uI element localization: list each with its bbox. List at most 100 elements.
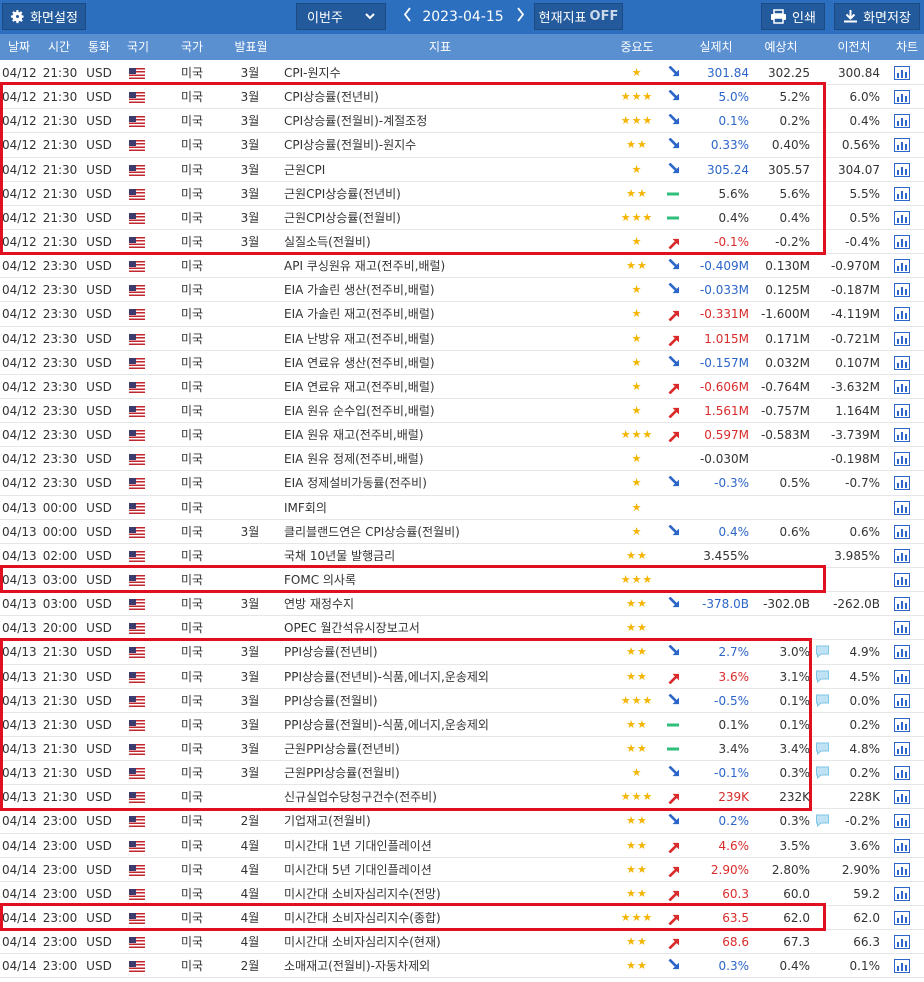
table-row[interactable]: 04/13 02:00 USD 미국 국채 10년물 발행금리 ★★ 3.455% 3.985… — [0, 543, 924, 568]
table-row[interactable]: 04/13 21:30 USD 미국 3월 PPI상승률(전월비) ★★★ -0.5% 0.1%… — [0, 688, 924, 713]
table-row[interactable]: 04/12 23:30 USD 미국 API 쿠싱원유 재고(전주비,배럴) ★★ -0.4… — [0, 254, 924, 279]
table-row[interactable]: 04/12 21:30 USD 미국 3월 CPI-원지수 ★ 301.84 302.25 300… — [0, 61, 924, 86]
indicator-name[interactable]: EIA 원유 순수입(전주비,배럴) — [284, 399, 604, 423]
table-row[interactable]: 04/12 21:30 USD 미국 3월 근원CPI상승률(전월비) ★★★ 0.4% 0.4… — [0, 205, 924, 230]
table-row[interactable]: 04/14 23:00 USD 미국 2월 기업재고(전월비) ★★ 0.2% 0.3% -0.2… — [0, 809, 924, 834]
bar-chart-icon[interactable] — [894, 814, 912, 829]
indicator-name[interactable]: 실질소득(전월비) — [284, 230, 604, 254]
table-row[interactable]: 04/13 21:30 USD 미국 3월 근원PPI상승률(전월비) ★ -0.1% 0.3%… — [0, 761, 924, 786]
bar-chart-icon[interactable] — [894, 572, 912, 587]
bar-chart-icon[interactable] — [894, 645, 912, 660]
indicator-name[interactable]: CPI상승률(전월비)-원지수 — [284, 133, 604, 157]
table-row[interactable]: 04/14 23:00 USD 미국 4월 미시간대 소비자심리지수(전망) ★★ 60.3 6… — [0, 881, 924, 906]
table-row[interactable]: 04/12 21:30 USD 미국 3월 CPI상승률(전년비) ★★★ 5.0% 5.2% 6… — [0, 85, 924, 110]
bar-chart-icon[interactable] — [894, 935, 912, 950]
indicator-name[interactable]: 기업재고(전월비) — [284, 809, 604, 833]
header-previous[interactable]: 이전치 — [826, 34, 882, 60]
indicator-name[interactable]: API 쿠싱원유 재고(전주비,배럴) — [284, 254, 604, 278]
bar-chart-icon[interactable] — [894, 766, 912, 781]
table-row[interactable]: 04/12 23:30 USD 미국 EIA 가솔린 재고(전주비,배럴) ★ -0.331… — [0, 302, 924, 327]
indicator-name[interactable]: 근원CPI상승률(전월비) — [284, 206, 604, 230]
bar-chart-icon[interactable] — [894, 910, 912, 925]
table-row[interactable]: 04/12 23:30 USD 미국 EIA 난방유 재고(전주비,배럴) ★ 1.015M… — [0, 326, 924, 351]
bar-chart-icon[interactable] — [894, 693, 912, 708]
bar-chart-icon[interactable] — [894, 210, 912, 225]
header-actual[interactable]: 실제치 — [685, 34, 747, 60]
table-row[interactable]: 04/12 21:30 USD 미국 3월 CPI상승률(전월비)-원지수 ★★ 0.33% 0… — [0, 133, 924, 158]
table-row[interactable]: 04/14 23:00 USD 미국 4월 미시간대 소비자심리지수(종합) ★★★ 63.5… — [0, 905, 924, 931]
header-time[interactable]: 시간 — [40, 34, 78, 60]
bar-chart-icon[interactable] — [894, 476, 912, 491]
save-screen-button[interactable]: 화면저장 — [834, 3, 920, 30]
bar-chart-icon[interactable] — [894, 283, 912, 298]
table-row[interactable]: 04/13 21:30 USD 미국 3월 PPI상승률(전년비)-식품,에너지,운송제외… — [0, 664, 924, 689]
table-row[interactable]: 04/12 21:30 USD 미국 3월 CPI상승률(전월비)-계절조정 ★★★ 0.1%… — [0, 109, 924, 134]
bar-chart-icon[interactable] — [894, 524, 912, 539]
indicator-name[interactable]: 근원CPI상승률(전년비) — [284, 182, 604, 206]
indicator-name[interactable]: EIA 가솔린 생산(전주비,배럴) — [284, 278, 604, 302]
bar-chart-icon[interactable] — [894, 741, 912, 756]
bar-chart-icon[interactable] — [894, 428, 912, 443]
indicator-name[interactable]: CPI상승률(전년비) — [284, 85, 604, 109]
bar-chart-icon[interactable] — [894, 379, 912, 394]
table-row[interactable]: 04/12 23:30 USD 미국 EIA 원유 정제(전주비,배럴) ★ -0.030M… — [0, 447, 924, 472]
table-row[interactable]: 04/13 21:30 USD 미국 3월 PPI상승률(전월비)-식품,에너지,운송제외… — [0, 712, 924, 737]
table-row[interactable]: 04/13 00:00 USD 미국 3월 클리블랜드연은 CPI상승률(전월비) ★ 0.4… — [0, 519, 924, 544]
table-row[interactable]: 04/12 21:30 USD 미국 3월 근원CPI상승률(전년비) ★★ 5.6% 5.6%… — [0, 181, 924, 206]
table-row[interactable]: 04/12 21:30 USD 미국 3월 실질소득(전월비) ★ -0.1% -0.2% -0.… — [0, 229, 924, 255]
table-row[interactable]: 04/13 21:30 USD 미국 3월 PPI상승률(전년비) ★★ 2.7% 3.0% 4.… — [0, 640, 924, 665]
indicator-name[interactable]: EIA 정제설비가동률(전주비) — [284, 471, 604, 495]
indicator-name[interactable]: PPI상승률(전월비)-식품,에너지,운송제외 — [284, 713, 604, 737]
indicator-name[interactable]: EIA 연료유 재고(전주비,배럴) — [284, 375, 604, 399]
print-button[interactable]: 인쇄 — [761, 3, 825, 30]
table-row[interactable]: 04/12 23:30 USD 미국 EIA 원유 재고(전주비,배럴) ★★★ 0.597… — [0, 423, 924, 448]
bar-chart-icon[interactable] — [894, 234, 912, 249]
bar-chart-icon[interactable] — [894, 307, 912, 322]
settings-button[interactable]: 화면설정 — [2, 3, 86, 30]
bar-chart-icon[interactable] — [894, 138, 912, 153]
bar-chart-icon[interactable] — [894, 114, 912, 129]
bar-chart-icon[interactable] — [894, 452, 912, 467]
bar-chart-icon[interactable] — [894, 621, 912, 636]
bar-chart-icon[interactable] — [894, 403, 912, 418]
bar-chart-icon[interactable] — [894, 717, 912, 732]
indicator-name[interactable]: EIA 원유 재고(전주비,배럴) — [284, 423, 604, 447]
indicator-name[interactable]: 미시간대 5년 기대인플레이션 — [284, 858, 604, 882]
indicator-name[interactable]: EIA 연료유 생산(전주비,배럴) — [284, 351, 604, 375]
table-row[interactable]: 04/12 23:30 USD 미국 EIA 정제설비가동률(전주비) ★ -0.3% 0.5… — [0, 471, 924, 496]
bar-chart-icon[interactable] — [894, 886, 912, 901]
week-select[interactable]: 이번주 — [296, 3, 386, 30]
bar-chart-icon[interactable] — [894, 548, 912, 563]
header-importance[interactable]: 중요도 — [612, 34, 662, 60]
indicator-name[interactable]: EIA 난방유 재고(전주비,배럴) — [284, 327, 604, 351]
indicator-name[interactable]: 신규실업수당청구건수(전주비) — [284, 785, 604, 809]
table-row[interactable]: 04/13 03:00 USD 미국 3월 연방 재정수지 ★★ -378.0B -302.0B… — [0, 592, 924, 617]
indicator-name[interactable]: EIA 원유 정제(전주비,배럴) — [284, 447, 604, 471]
bar-chart-icon[interactable] — [894, 331, 912, 346]
bar-chart-icon[interactable] — [894, 259, 912, 274]
table-row[interactable]: 04/12 21:30 USD 미국 3월 근원CPI ★ 305.24 305.57 304.0… — [0, 157, 924, 182]
header-release-month[interactable]: 발표월 — [226, 34, 276, 60]
table-row[interactable]: 04/14 23:00 USD 미국 4월 미시간대 소비자심리지수(현재) ★★ 68.6 6… — [0, 930, 924, 955]
indicator-name[interactable]: 근원CPI — [284, 158, 604, 182]
bar-chart-icon[interactable] — [894, 162, 912, 177]
bar-chart-icon[interactable] — [894, 597, 912, 612]
bar-chart-icon[interactable] — [894, 186, 912, 201]
indicator-name[interactable]: FOMC 의사록 — [284, 568, 604, 592]
indicator-name[interactable]: CPI상승률(전월비)-계절조정 — [284, 109, 604, 133]
table-row[interactable]: 04/13 03:00 USD 미국 FOMC 의사록 ★★★ — [0, 567, 924, 593]
indicator-name[interactable]: CPI-원지수 — [284, 61, 604, 85]
header-forecast[interactable]: 예상치 — [752, 34, 810, 60]
bar-chart-icon[interactable] — [894, 862, 912, 877]
current-indicator-toggle[interactable]: 현재지표 OFF — [534, 3, 623, 30]
bar-chart-icon[interactable] — [894, 959, 912, 974]
table-row[interactable]: 04/13 21:30 USD 미국 3월 근원PPI상승률(전년비) ★★ 3.4% 3.4%… — [0, 736, 924, 762]
next-week-button[interactable] — [510, 3, 530, 30]
indicator-name[interactable]: 소매재고(전월비)-자동차제외 — [284, 954, 604, 978]
table-row[interactable]: 04/13 21:30 USD 미국 신규실업수당청구건수(전주비) ★★★ 239K 232… — [0, 785, 924, 810]
indicator-name[interactable]: EIA 가솔린 재고(전주비,배럴) — [284, 302, 604, 326]
indicator-name[interactable]: 클리블랜드연은 CPI상승률(전월비) — [284, 520, 604, 544]
bar-chart-icon[interactable] — [894, 790, 912, 805]
table-row[interactable]: 04/13 00:00 USD 미국 IMF회의 ★ — [0, 495, 924, 520]
indicator-name[interactable]: PPI상승률(전월비) — [284, 689, 604, 713]
